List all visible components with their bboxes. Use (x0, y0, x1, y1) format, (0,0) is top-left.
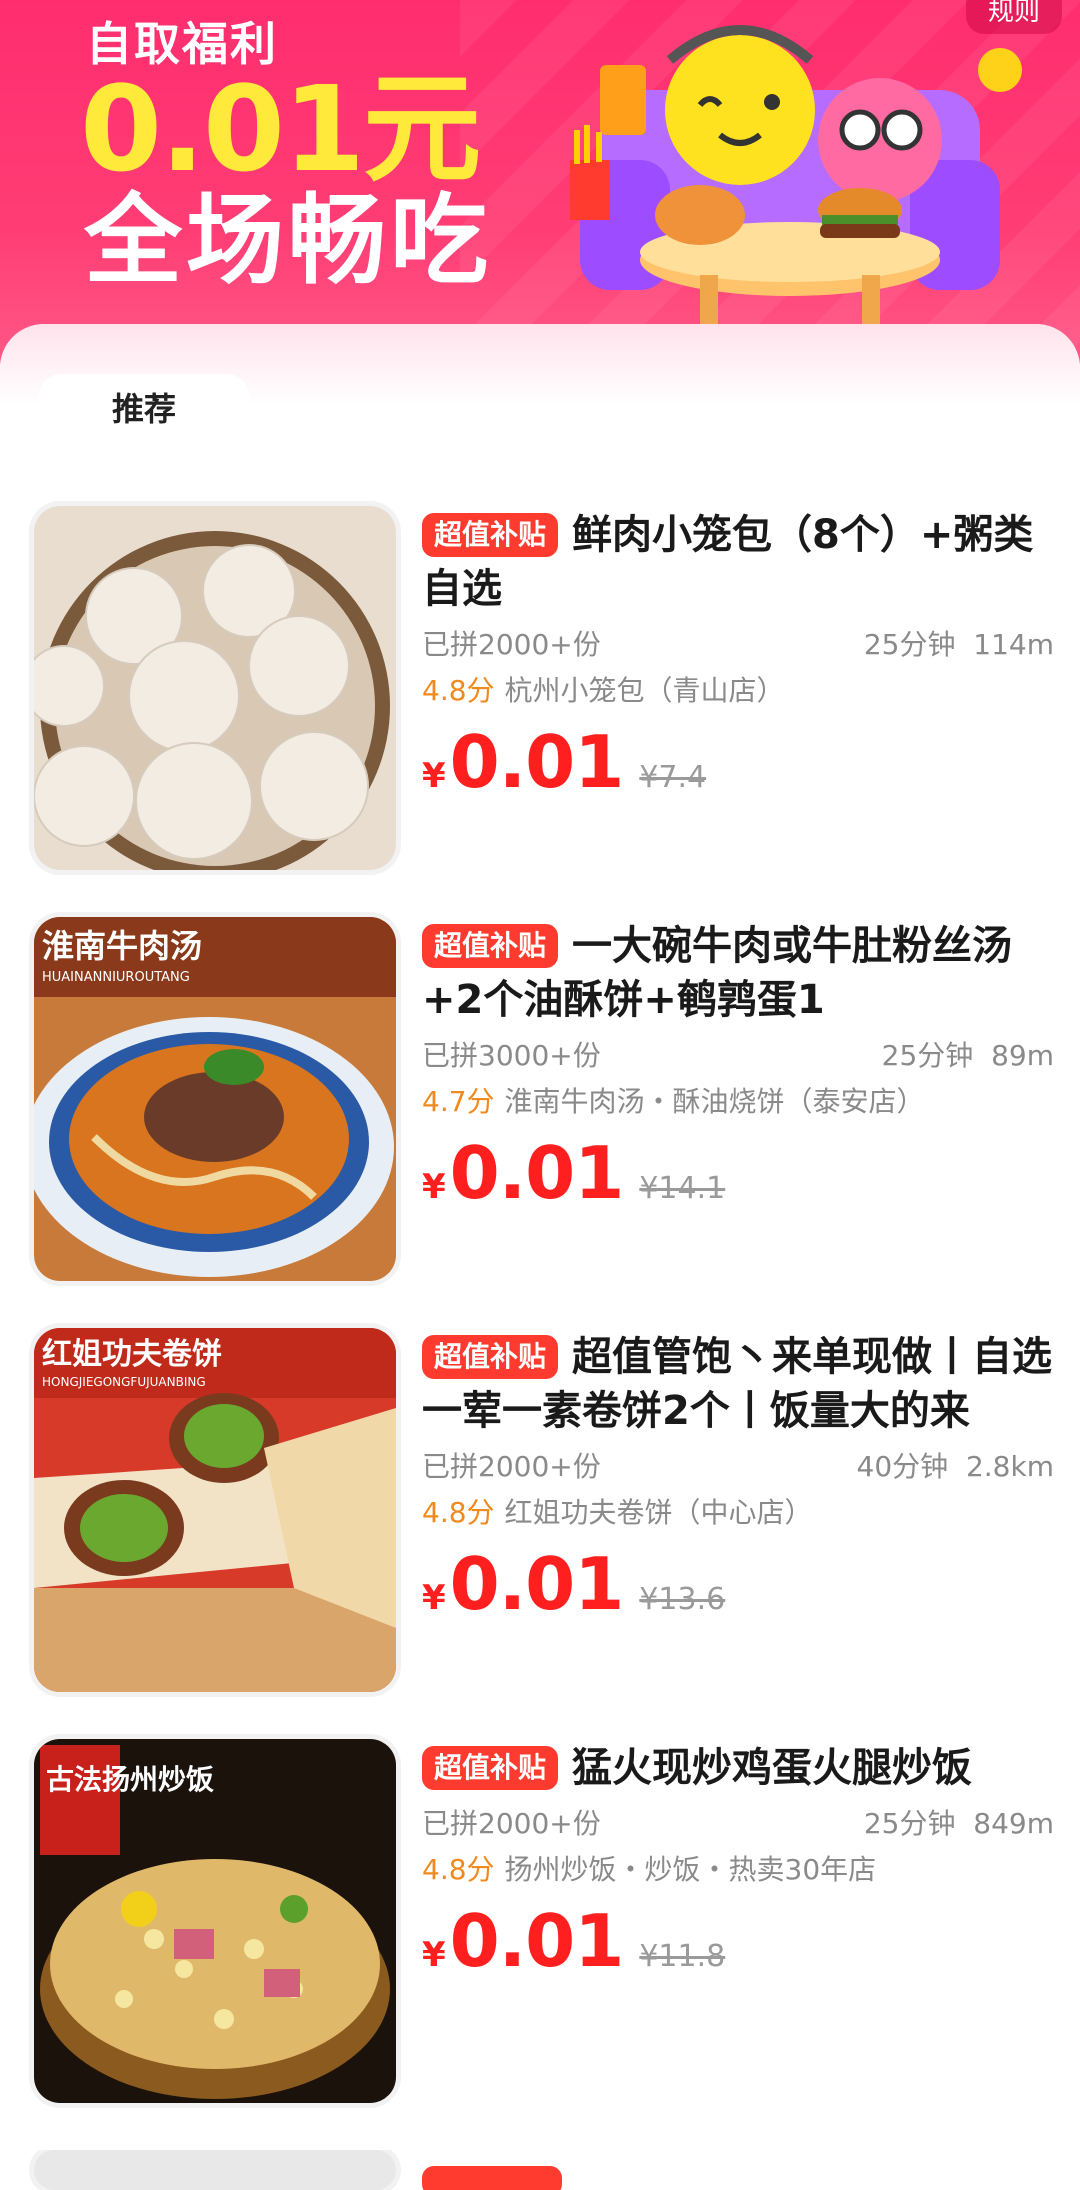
rating: 4.8分 (422, 1853, 495, 1886)
deal-price: 0.01 (449, 720, 625, 804)
rating: 4.8分 (422, 1496, 495, 1529)
tab-recommend[interactable]: 推荐 (38, 374, 250, 442)
promo-banner: 自取福利 0.01元 全场畅吃 规则 (0, 0, 1080, 380)
deal-price: 0.01 (449, 1542, 625, 1626)
item-title: 超值补贴 一大碗牛肉或牛肚粉丝汤+2个油酥饼+鹌鹑蛋1 (422, 923, 1013, 1023)
subsidy-badge: 超值补贴 (422, 1335, 559, 1379)
deal-price: 0.01 (449, 1899, 625, 1983)
image-caption: 红姐功夫卷饼 (42, 1337, 222, 1372)
subsidy-badge: 超值补贴 (422, 513, 559, 557)
image-subcaption: HONGJIEGONGFUJUANBING (42, 1375, 206, 1389)
food-image (34, 2150, 396, 2190)
list-item[interactable]: 淮南牛肉汤 HUAINANNIUROUTANG 超值补贴 一大碗牛肉或牛肚粉丝汤+… (0, 917, 1080, 1287)
rating: 4.7分 (422, 1085, 495, 1118)
subsidy-badge: 超值补贴 (422, 924, 559, 968)
list-item[interactable]: 超值补贴 鲜肉小笼包（8个）+粥类自选 已拼2000+份 25分钟 114m 4.… (0, 506, 1080, 876)
original-price: ¥13.6 (639, 1582, 726, 1617)
distance: 114m (973, 628, 1054, 661)
sold-count: 已拼2000+份 (422, 1807, 601, 1840)
item-title: 超值补贴 鲜肉小笼包（8个）+粥类自选 (422, 512, 1034, 612)
image-caption: 淮南牛肉汤 (42, 927, 202, 965)
currency-symbol: ¥ (422, 1167, 446, 1207)
currency-symbol: ¥ (422, 1578, 446, 1618)
distance: 2.8km (965, 1450, 1054, 1483)
list-item[interactable] (0, 2150, 1080, 2190)
image-subcaption: HUAINANNIUROUTANG (42, 970, 190, 985)
delivery-time: 25分钟 (863, 1807, 956, 1840)
delivery-time: 25分钟 (863, 628, 956, 661)
sold-count: 已拼2000+份 (422, 628, 601, 661)
shop-name: 杭州小笼包（青山店） (504, 674, 785, 707)
subsidy-badge: 超值补贴 (422, 1746, 559, 1790)
subsidy-badge (422, 2166, 562, 2190)
currency-symbol: ¥ (422, 756, 446, 796)
original-price: ¥11.8 (639, 1939, 726, 1974)
delivery-time: 25分钟 (881, 1039, 974, 1072)
sold-count: 已拼3000+份 (422, 1039, 601, 1072)
shop-name: 淮南牛肉汤・酥油烧饼（泰安店） (504, 1085, 925, 1118)
banner-price: 0.01元 (80, 60, 481, 198)
banner-illustration (570, 25, 1022, 325)
food-image: 淮南牛肉汤 HUAINANNIUROUTANG (34, 917, 396, 1281)
list-item[interactable]: 红姐功夫卷饼 HONGJIEGONGFUJUANBING 超值补贴 超值管饱丶来单… (0, 1328, 1080, 1698)
delivery-time: 40分钟 (856, 1450, 949, 1483)
distance: 89m (991, 1039, 1054, 1072)
original-price: ¥14.1 (639, 1171, 726, 1206)
sold-count: 已拼2000+份 (422, 1450, 601, 1483)
tab-label: 推荐 (112, 390, 177, 428)
image-caption: 古法扬州炒饭 (46, 1763, 214, 1796)
item-title: 超值补贴 猛火现炒鸡蛋火腿炒饭 (422, 1741, 1054, 1795)
currency-symbol: ¥ (422, 1935, 446, 1975)
shop-name: 扬州炒饭・炒饭・热卖30年店 (504, 1853, 877, 1886)
food-image: 古法扬州炒饭 (34, 1739, 396, 2103)
distance: 849m (973, 1807, 1054, 1840)
rating: 4.8分 (422, 674, 495, 707)
original-price: ¥7.4 (639, 760, 707, 795)
food-image: 红姐功夫卷饼 HONGJIEGONGFUJUANBING (34, 1328, 396, 1692)
item-title: 超值补贴 超值管饱丶来单现做丨自选一荤一素卷饼2个丨饭量大的来 (422, 1334, 1053, 1434)
banner-subtitle: 全场畅吃 (84, 184, 493, 298)
list-item[interactable]: 古法扬州炒饭 超值补贴 猛火现炒鸡蛋火腿炒饭 已拼2000+份 25分钟 849m (0, 1739, 1080, 2109)
deal-price: 0.01 (449, 1131, 625, 1215)
food-image (34, 506, 396, 870)
content-panel: 推荐 超值补贴 鲜肉小笼包（8个）+粥类自选 已拼2000+份 25分钟 114… (0, 324, 1080, 2190)
shop-name: 红姐功夫卷饼（中心店） (504, 1496, 813, 1529)
